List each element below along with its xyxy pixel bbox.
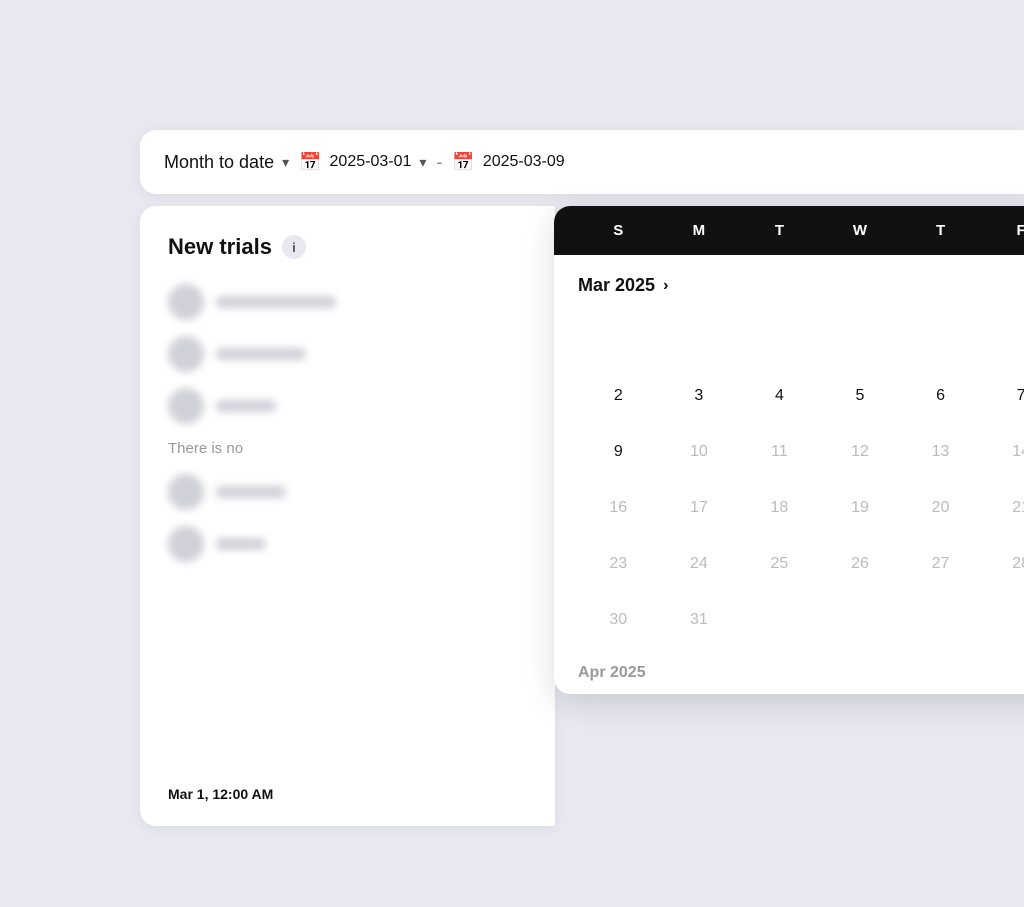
timestamp: Mar 1, 12:00 AM — [168, 786, 273, 802]
cal-day-16[interactable]: 16 — [578, 480, 659, 536]
cal-empty-7 — [739, 592, 820, 648]
cal-day-20[interactable]: 20 — [900, 480, 981, 536]
cal-day-24[interactable]: 24 — [659, 536, 740, 592]
blurred-name-4 — [216, 486, 286, 498]
blurred-avatar-1 — [168, 284, 204, 320]
cal-day-27[interactable]: 27 — [900, 536, 981, 592]
cal-day-25[interactable]: 25 — [739, 536, 820, 592]
blurred-row-4 — [168, 474, 527, 510]
day-label-sun: S — [578, 222, 659, 239]
cal-day-12[interactable]: 12 — [820, 424, 901, 480]
cal-day-6[interactable]: 6 — [900, 368, 981, 424]
blurred-row-5 — [168, 526, 527, 562]
cal-day-9[interactable]: 9 — [578, 424, 659, 480]
day-label-fri: F — [981, 222, 1024, 239]
top-bar: Month to date ▾ 📅 2025-03-01 ▾ - 📅 2025-… — [140, 130, 1024, 194]
day-label-wed: W — [820, 222, 901, 239]
cal-day-28[interactable]: 28 — [981, 536, 1024, 592]
cal-empty-6 — [981, 312, 1024, 368]
cal-empty-5 — [900, 312, 981, 368]
blurred-name-5 — [216, 538, 266, 550]
next-month-label: Apr 2025 — [578, 664, 646, 681]
cal-day-3[interactable]: 3 — [659, 368, 740, 424]
cal-day-2[interactable]: 2 — [578, 368, 659, 424]
cal-empty-4 — [820, 312, 901, 368]
calendar-grid: 1 2 3 4 5 6 7 8 9 10 11 12 13 14 15 — [578, 312, 1024, 648]
cal-day-18[interactable]: 18 — [739, 480, 820, 536]
calendar-dropdown: S M T W T F S Mar 2025 › — [554, 206, 1024, 694]
cal-empty-2 — [659, 312, 740, 368]
cal-day-10[interactable]: 10 — [659, 424, 740, 480]
day-label-tue: T — [739, 222, 820, 239]
blurred-name-1 — [216, 296, 336, 308]
day-label-thu: T — [900, 222, 981, 239]
end-date-button[interactable]: 📅 2025-03-09 — [452, 152, 564, 173]
next-month-arrow[interactable]: › — [663, 277, 668, 295]
blurred-row-2 — [168, 336, 527, 372]
date-separator: - — [436, 152, 442, 173]
blurred-name-3 — [216, 400, 276, 412]
calendar-end-icon: 📅 — [452, 152, 474, 173]
cal-empty-9 — [900, 592, 981, 648]
date-range-selector: Month to date ▾ 📅 2025-03-01 ▾ - 📅 2025-… — [164, 152, 565, 173]
cal-day-14[interactable]: 14 — [981, 424, 1024, 480]
chevron-down-start-icon: ▾ — [419, 154, 426, 171]
preset-label: Month to date — [164, 152, 274, 173]
start-date-button[interactable]: 📅 2025-03-01 ▾ — [299, 152, 426, 173]
cal-day-23[interactable]: 23 — [578, 536, 659, 592]
content-area: New trials i There is no — [140, 206, 1024, 826]
cal-empty-10 — [981, 592, 1024, 648]
calendar-start-icon: 📅 — [299, 152, 321, 173]
cal-day-5[interactable]: 5 — [820, 368, 901, 424]
day-label-mon: M — [659, 222, 740, 239]
end-date-value: 2025-03-09 — [483, 153, 565, 171]
blurred-avatar-4 — [168, 474, 204, 510]
blurred-name-2 — [216, 348, 306, 360]
preset-selector-button[interactable]: Month to date ▾ — [164, 152, 289, 173]
next-month-separator: Apr 2025 — [578, 648, 1024, 694]
blurred-avatar-5 — [168, 526, 204, 562]
start-date-value: 2025-03-01 — [330, 153, 412, 171]
blurred-avatar-3 — [168, 388, 204, 424]
month-title: Mar 2025 — [578, 275, 655, 296]
cal-day-17[interactable]: 17 — [659, 480, 740, 536]
cal-day-31[interactable]: 31 — [659, 592, 740, 648]
cal-day-30[interactable]: 30 — [578, 592, 659, 648]
calendar-header: S M T W T F S — [554, 206, 1024, 255]
calendar-body: Mar 2025 › 1 2 3 4 5 — [554, 255, 1024, 694]
cal-day-11[interactable]: 11 — [739, 424, 820, 480]
blurred-row-3 — [168, 388, 527, 424]
blurred-row-1 — [168, 284, 527, 320]
cal-empty-3 — [739, 312, 820, 368]
panel-header: New trials i — [168, 234, 527, 260]
cal-day-26[interactable]: 26 — [820, 536, 901, 592]
cal-empty-1 — [578, 312, 659, 368]
cal-day-13[interactable]: 13 — [900, 424, 981, 480]
cal-day-19[interactable]: 19 — [820, 480, 901, 536]
cal-day-21[interactable]: 21 — [981, 480, 1024, 536]
cal-empty-8 — [820, 592, 901, 648]
info-badge[interactable]: i — [282, 235, 306, 259]
blurred-avatar-2 — [168, 336, 204, 372]
panel-title: New trials — [168, 234, 272, 260]
new-trials-panel: New trials i There is no — [140, 206, 555, 826]
month-header: Mar 2025 › — [578, 271, 1024, 300]
cal-day-4[interactable]: 4 — [739, 368, 820, 424]
chevron-down-icon: ▾ — [282, 154, 289, 171]
no-data-text: There is no — [168, 440, 243, 457]
cal-day-7[interactable]: 7 — [981, 368, 1024, 424]
